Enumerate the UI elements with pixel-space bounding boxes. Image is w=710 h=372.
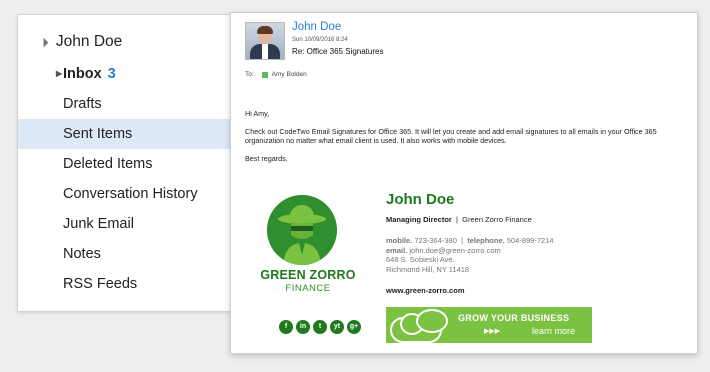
contact-separator: | [461,236,464,245]
website-link[interactable]: www.green-zorro.com [386,286,464,295]
youtube-icon[interactable]: yt [330,320,344,334]
twitter-icon[interactable]: t [313,320,327,334]
folder-label: Junk Email [63,216,134,232]
linkedin-icon[interactable]: in [296,320,310,334]
message-subject: Re: Office 365 Signatures [292,47,384,56]
message-body: Hi Amy, Check out CodeTwo Email Signatur… [245,109,685,171]
folder-label: RSS Feeds [63,276,138,292]
message-reading-pane: John Doe Sun 10/09/2016 8:24 Re: Office … [230,12,698,354]
sender-avatar[interactable] [245,22,285,60]
signature-role: Managing Director [386,215,452,224]
mobile-number[interactable]: 723-364-380 [414,236,457,245]
facebook-icon[interactable]: f [279,320,293,334]
account-node[interactable]: ◢ John Doe [37,33,123,51]
folder-label: Notes [63,246,101,262]
folder-label: Sent Items [63,126,133,142]
closing: Best regards, [245,153,288,163]
logo-name: GREEN ZORRO [260,268,356,282]
email-label: email. [386,245,408,255]
presence-icon [261,71,268,78]
address-line-2: Richmond Hill, NY 11418 [386,264,470,274]
banner-title: GROW YOUR BUSINESS [458,313,570,323]
learn-more-link[interactable]: learn more [532,326,575,336]
account-name: John Doe [55,33,123,50]
title-separator: | [456,215,458,224]
google-plus-icon[interactable]: g+ [347,320,361,334]
folder-label: Drafts [63,96,102,112]
folder-label: Deleted Items [63,156,153,172]
recipient-name[interactable]: Amy Bolden [272,71,307,78]
recipient-line: To: Amy Bolden [245,71,307,78]
mobile-label: mobile. [386,236,413,245]
signature-title: Managing Director | Green Zorro Finance [386,215,532,224]
banner-arrows-icon: ▶▶▶ [484,328,501,335]
folder-label: Conversation History [63,186,198,202]
grow-business-banner[interactable]: GROW YOUR BUSINESS ▶▶▶ learn more [386,307,592,343]
body-paragraph: Check out CodeTwo Email Signatures for O… [245,126,657,146]
expand-triangle-icon[interactable]: ▶ [56,59,62,89]
sender-name[interactable]: John Doe [292,21,341,33]
logo-subtitle: FINANCE [285,283,331,294]
telephone-number[interactable]: 504-899-7214 [507,236,554,245]
social-links: f in t yt g+ [279,320,361,334]
telephone-label: telephone. [467,236,505,245]
greeting: Hi Amy, [245,109,270,118]
collapse-triangle-icon[interactable]: ◢ [37,36,50,49]
signature-contact: mobile. 723-364-380 | telephone. 504-899… [386,236,554,274]
unread-count: 3 [107,66,116,82]
signature-name: John Doe [386,191,455,208]
email-link[interactable]: john.doe@green-zorro.com [409,246,500,255]
sent-date: Sun 10/09/2016 8:24 [292,37,348,43]
signature-company: Green Zorro Finance [462,215,532,224]
to-label: To: [245,71,254,78]
folder-label: Inbox [63,66,102,82]
zorro-logo-icon [267,195,337,265]
address-line-1: 648 S. Sobieski Ave. [386,255,455,264]
